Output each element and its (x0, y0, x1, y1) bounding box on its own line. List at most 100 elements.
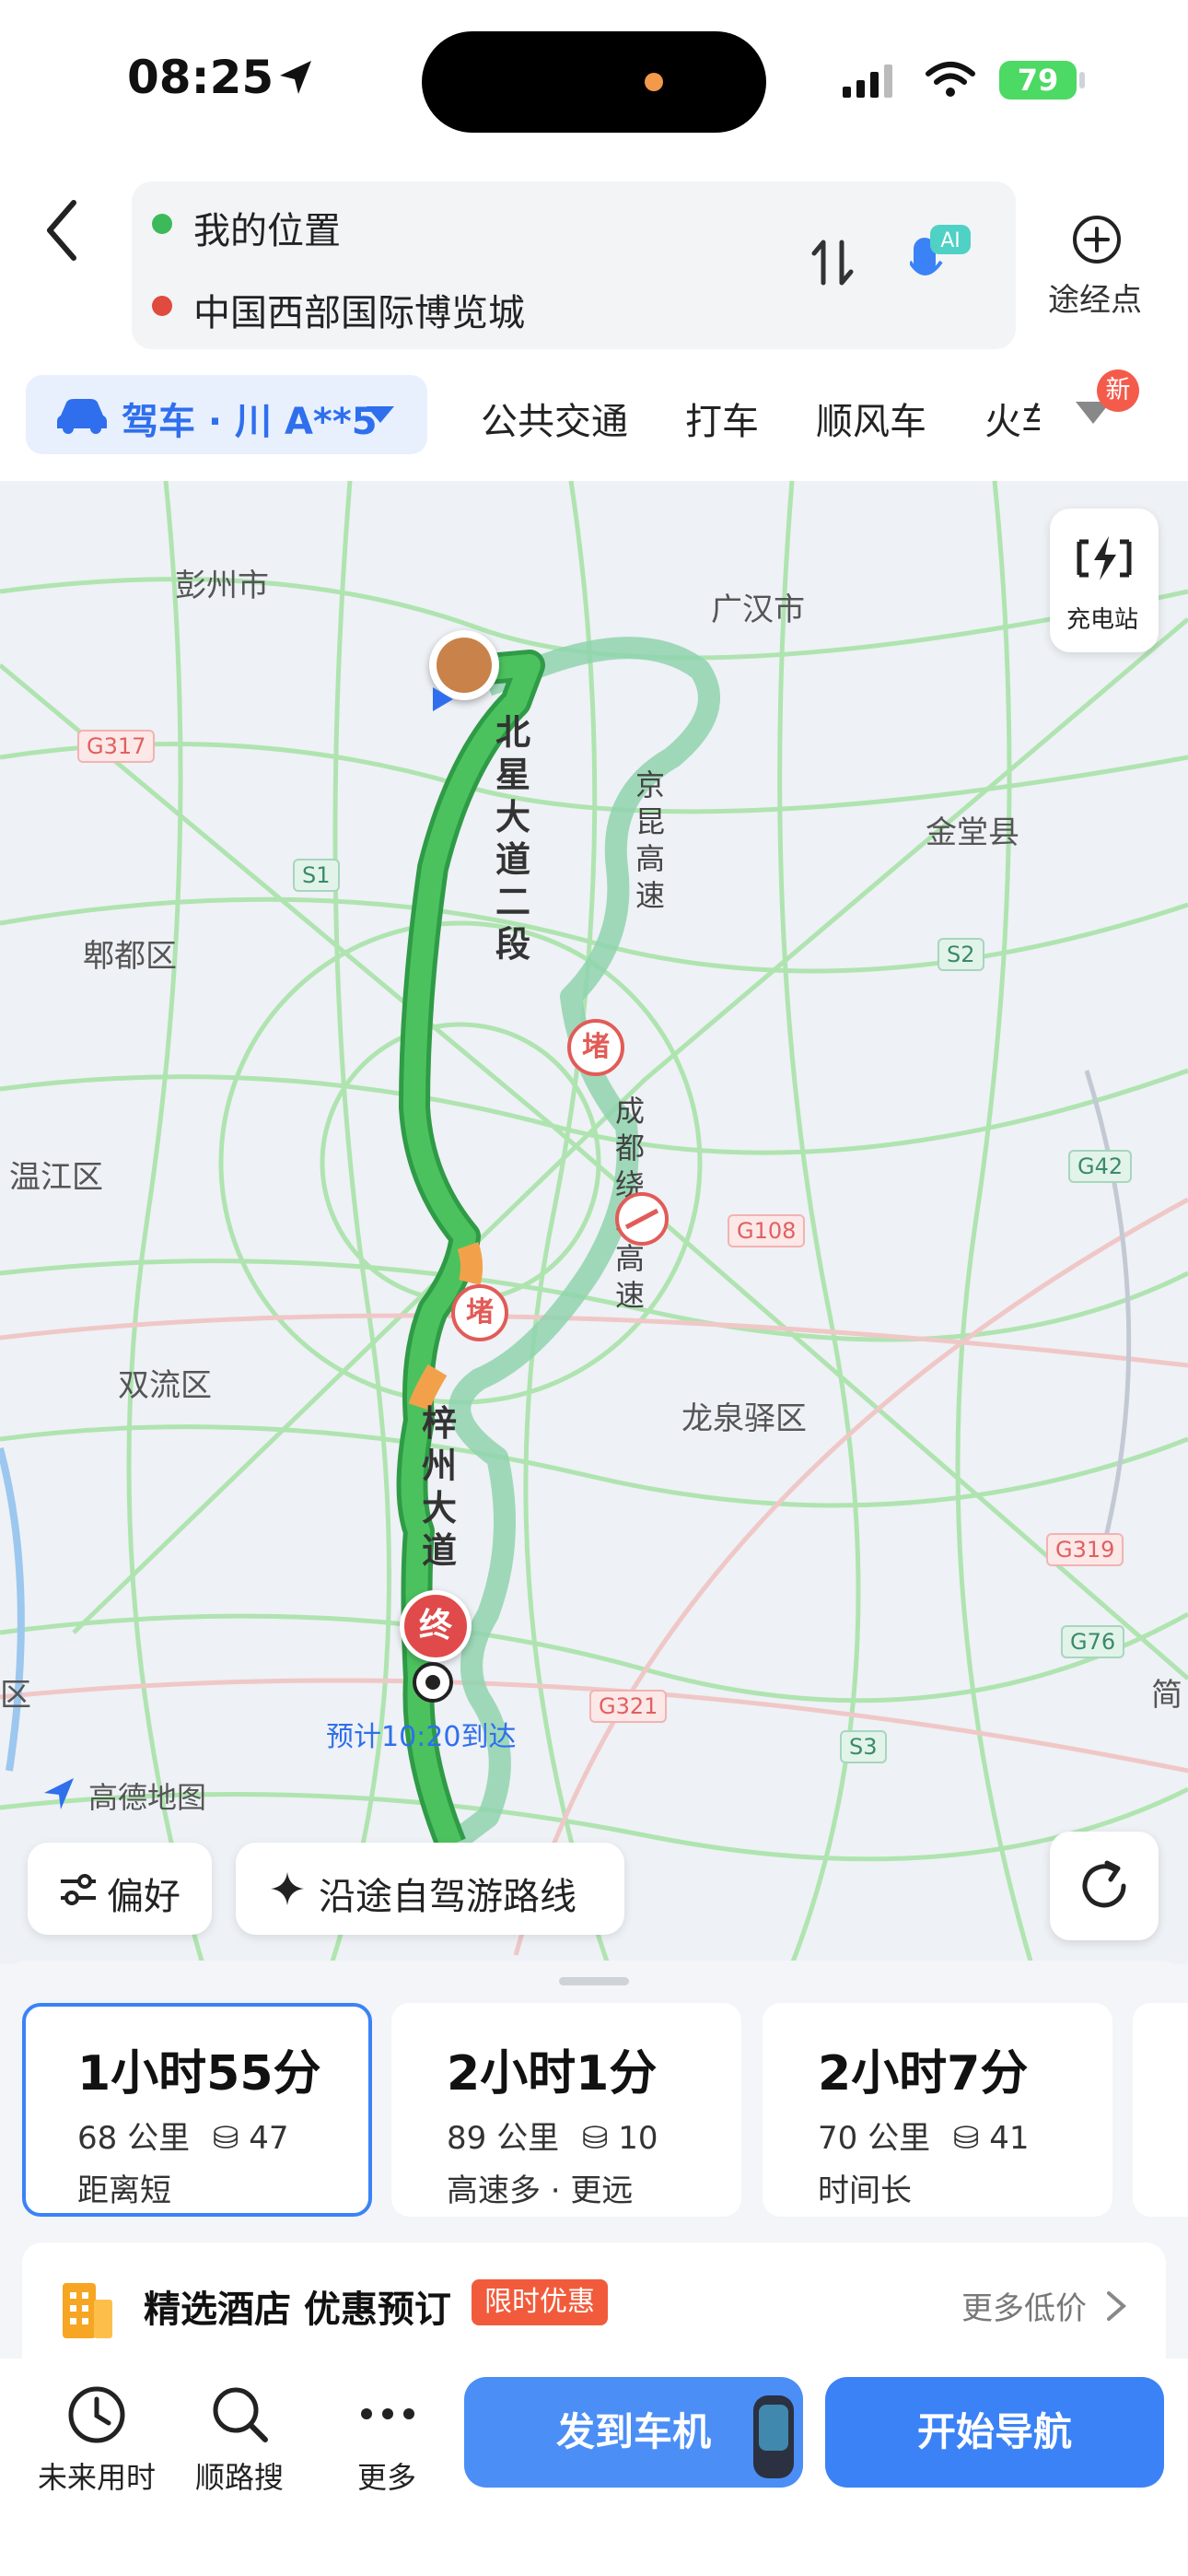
send-to-car-label: 发到车机 (555, 2409, 711, 2454)
route-time: 1小时55分 (77, 2046, 321, 2102)
road-badge: S3 (840, 1730, 887, 1763)
route-distance-lights: 70 公里 ⛁ 41 (818, 2113, 1112, 2158)
status-time: 08:25 (127, 51, 274, 104)
send-to-car-button[interactable]: 发到车机 (464, 2377, 803, 2488)
road-name-label: 北星大道二段 (495, 712, 531, 965)
food-image (437, 638, 492, 693)
road-badge: G319 (1046, 1533, 1124, 1566)
tab-carpool[interactable]: 顺风车 (816, 392, 926, 445)
hotel-badge: 限时优惠 (472, 2279, 608, 2325)
swap-icon[interactable] (810, 235, 856, 290)
hotel-more-link[interactable]: 更多低价 (961, 2283, 1087, 2328)
route-distance-lights: 89 公里 ⛁ 10 (447, 2113, 741, 2158)
place-label: 龙泉驿区 (681, 1400, 807, 1437)
more-label: 更多 (356, 2460, 416, 2495)
destination-input[interactable]: 中国西部国际博览城 (193, 283, 525, 336)
route-distance-lights: 68 公里 ⛁ 47 (77, 2113, 368, 2158)
scenic-route-button[interactable]: 沿途自驾游路线 (236, 1843, 624, 1935)
hotel-icon (63, 2283, 112, 2338)
road-badge: G42 (1068, 1150, 1133, 1183)
waypoint-label[interactable]: 途经点 (1048, 275, 1142, 320)
route-distance: 68 公里 (77, 2120, 191, 2157)
refresh-icon (1082, 1860, 1126, 1908)
sheet-handle[interactable] (559, 1977, 629, 1985)
privacy-indicator (645, 73, 663, 91)
map-brand: 高德地图 (88, 1780, 207, 1815)
signal-icon (843, 64, 892, 98)
road-badge: G76 (1061, 1625, 1125, 1658)
route-option-peek[interactable] (1133, 2003, 1188, 2217)
charging-station-button[interactable]: 充电站 (1050, 509, 1159, 652)
place-label: 彭州市 (175, 568, 269, 604)
place-label: 双流区 (118, 1367, 212, 1404)
tab-train[interactable]: 火车 (984, 392, 1040, 445)
road-badge: S1 (293, 859, 340, 892)
new-badge: 新 (1097, 369, 1139, 412)
location-arrow-icon (280, 61, 311, 94)
ai-voice-icon[interactable]: AI (910, 221, 974, 295)
destination-pin-icon (413, 1662, 453, 1703)
add-waypoint-icon[interactable] (1071, 214, 1123, 265)
road-name-label: 梓州大道 (422, 1403, 458, 1571)
search-icon (213, 2387, 268, 2442)
tab-drive[interactable]: 驾车 · 川 A**5 (26, 375, 427, 454)
route-option-1[interactable]: 1小时55分 68 公里 ⛁ 47 距离短 (22, 2003, 372, 2217)
jam-marker[interactable]: 堵 (451, 1284, 508, 1341)
charging-label: 充电站 (1066, 606, 1139, 634)
road-name-label: 京昆高速 (635, 767, 666, 913)
origin-input[interactable]: 我的位置 (193, 201, 341, 254)
preference-label: 偏好 (107, 1876, 181, 1918)
refresh-button[interactable] (1050, 1832, 1159, 1940)
route-distance: 89 公里 (447, 2120, 560, 2157)
preference-button[interactable]: 偏好 (28, 1843, 212, 1935)
road-badge: S2 (938, 938, 984, 971)
chevron-right-icon (1107, 2291, 1127, 2321)
svg-text:AI: AI (940, 229, 961, 252)
more-button[interactable]: 更多 (322, 2377, 451, 2497)
wifi-icon (926, 62, 975, 97)
car-device-icon (753, 2395, 794, 2478)
hotel-title: 精选酒店 优惠预订 (144, 2289, 451, 2331)
end-marker[interactable]: 终 (400, 1590, 472, 1662)
more-dots-icon (361, 2408, 414, 2419)
traffic-light-icon: ⛁ (581, 2120, 609, 2157)
future-time-button[interactable]: 未来用时 (28, 2377, 166, 2497)
place-label: 温江区 (9, 1159, 103, 1196)
place-label: 简 (1151, 1677, 1182, 1714)
jam-marker[interactable]: 堵 (567, 1019, 624, 1076)
route-time: 2小时1分 (447, 2046, 658, 2102)
place-label: 广汉市 (711, 591, 805, 628)
start-navigation-button[interactable]: 开始导航 (825, 2377, 1164, 2488)
route-tag: 高速多 · 更远 (447, 2172, 634, 2209)
route-lights: 47 (249, 2120, 289, 2157)
route-lights: 41 (989, 2120, 1030, 2157)
tab-transit[interactable]: 公共交通 (481, 392, 628, 445)
tab-taxi[interactable]: 打车 (685, 392, 759, 445)
destination-dot-icon (152, 296, 172, 316)
chevron-down-icon (367, 406, 394, 423)
route-option-2[interactable]: 2小时1分 89 公里 ⛁ 10 高速多 · 更远 (391, 2003, 741, 2217)
preference-icon (61, 1874, 96, 1905)
route-time: 2小时7分 (818, 2046, 1029, 2102)
dynamic-island (422, 31, 766, 133)
traffic-light-icon: ⛁ (952, 2120, 980, 2157)
sparkle-icon (271, 1872, 304, 1905)
place-label: 金堂县 (926, 814, 1019, 851)
road-badge: G321 (589, 1690, 668, 1723)
search-along-label: 顺路搜 (194, 2460, 284, 2495)
origin-dot-icon (152, 214, 172, 234)
amap-logo-icon (44, 1778, 74, 1809)
battery-tip (1079, 72, 1085, 88)
clock-icon (68, 2386, 125, 2443)
back-icon[interactable] (41, 197, 87, 263)
route-option-3[interactable]: 2小时7分 70 公里 ⛁ 41 时间长 (763, 2003, 1112, 2217)
route-distance: 70 公里 (818, 2120, 931, 2157)
scenic-route-label: 沿途自驾游路线 (319, 1876, 577, 1918)
route-tag: 时间长 (818, 2172, 912, 2209)
place-label: 郫都区 (83, 938, 177, 975)
no-entry-icon (615, 1192, 669, 1246)
search-along-button[interactable]: 顺路搜 (175, 2377, 304, 2497)
road-badge: G317 (77, 730, 156, 763)
road-badge: G108 (728, 1214, 806, 1247)
map-view[interactable]: 彭州市 广汉市 金堂县 郫都区 温江区 双流区 龙泉驿区 区 简 G317 S1… (0, 481, 1188, 1964)
